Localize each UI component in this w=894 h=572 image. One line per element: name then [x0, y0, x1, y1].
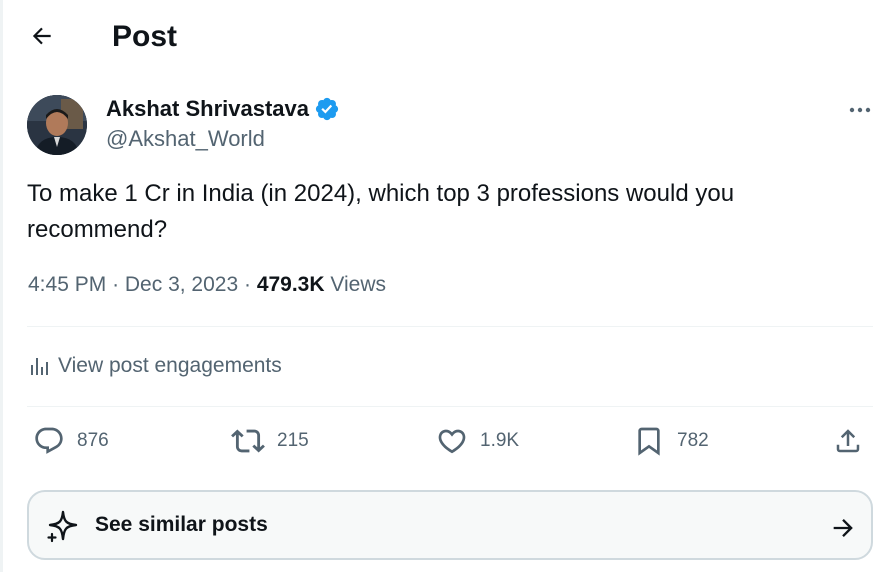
repost-count: 215 [277, 430, 309, 451]
post-text: To make 1 Cr in India (in 2024), which t… [27, 180, 735, 243]
reply-icon [35, 427, 63, 454]
see-similar-posts-button[interactable]: See similar posts [27, 490, 873, 560]
author-handle[interactable]: @Akshat_World [106, 125, 265, 153]
action-bar: 876 215 1.9K 782 [27, 421, 873, 461]
more-options-button[interactable] [842, 96, 878, 124]
like-count: 1.9K [480, 430, 520, 451]
divider [27, 406, 873, 407]
meta-separator: · [243, 273, 257, 296]
forward-arrow-icon [833, 519, 853, 537]
post-date[interactable]: Dec 3, 2023 [125, 273, 238, 296]
post-time[interactable]: 4:45 PM [28, 273, 106, 296]
analytics-icon [31, 358, 48, 375]
meta-separator: · [112, 273, 125, 296]
back-arrow-icon [32, 27, 51, 45]
bookmark-icon [638, 427, 660, 456]
view-engagements-link[interactable]: View post engagements [28, 350, 282, 382]
repost-button[interactable]: 215 [231, 421, 309, 461]
see-similar-posts-label: See similar posts [95, 513, 268, 536]
like-button[interactable]: 1.9K [436, 421, 519, 461]
bookmark-button[interactable]: 782 [633, 421, 709, 461]
sparkle-icon [47, 510, 78, 543]
reply-button[interactable]: 876 [33, 421, 109, 461]
share-icon [836, 429, 860, 453]
author-name[interactable]: Akshat Shrivastava [106, 95, 309, 123]
reply-count: 876 [77, 430, 109, 451]
divider [27, 326, 873, 327]
views-label: Views [330, 273, 387, 296]
bookmark-count: 782 [677, 430, 709, 451]
post-header: Post [0, 0, 894, 74]
avatar[interactable] [27, 95, 87, 155]
more-dots-icon [849, 107, 871, 113]
view-engagements-label[interactable]: View post engagements [58, 354, 282, 378]
share-button[interactable] [833, 421, 863, 461]
left-border [0, 0, 3, 572]
back-button[interactable] [26, 20, 58, 52]
repost-icon [231, 429, 265, 453]
post-meta: 4:45 PM · Dec 3, 2023 · 479.3K Views [28, 270, 386, 300]
heart-icon [438, 429, 466, 454]
views-count: 479.3K [256, 273, 325, 296]
verified-badge-icon [315, 97, 339, 121]
page-title: Post [112, 20, 178, 53]
avatar-image [27, 95, 87, 155]
author-name-row[interactable]: Akshat Shrivastava [106, 95, 340, 123]
